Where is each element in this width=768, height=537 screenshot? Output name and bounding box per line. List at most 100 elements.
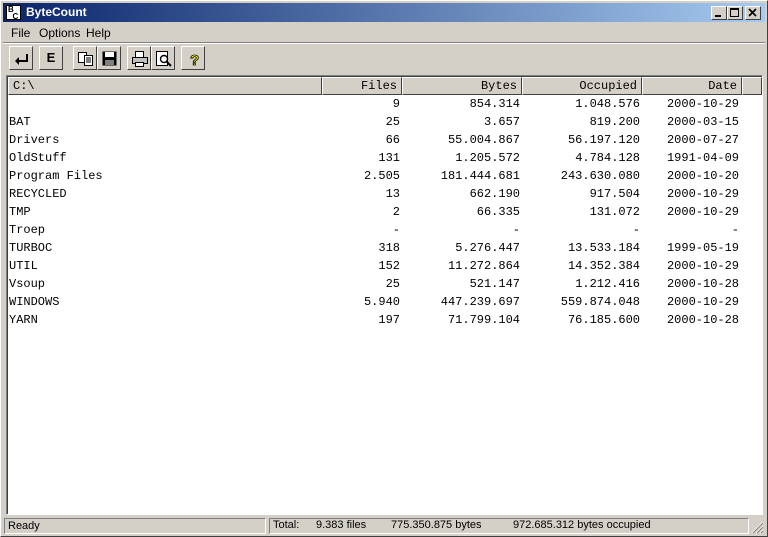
copy-button[interactable] [73,46,97,70]
row-bytes: 55.004.867 [447,133,520,147]
column-header-occupied[interactable]: Occupied [522,77,642,95]
table-row[interactable]: TURBOC 318 5.276.447 13.533.184 1999-05-19 [8,239,761,257]
app-window: B C ByteCount File Options Help E ? C:\ … [0,0,768,537]
row-files: - [392,223,400,237]
row-name: YARN [9,313,38,327]
row-date: 2000-10-29 [666,205,739,219]
row-bytes: 1.205.572 [455,151,520,165]
row-date: 2000-03-15 [666,115,739,129]
row-occupied: - [632,223,640,237]
row-occupied: 917.504 [589,187,640,201]
row-files: 131 [378,151,400,165]
close-icon [748,8,757,17]
status-total-occupied: 972.685.312 bytes occupied [513,519,651,531]
table-row[interactable]: YARN 197 71.799.104 76.185.600 2000-10-28 [8,311,761,329]
explore-button[interactable]: E [39,46,63,70]
help-icon: ? [190,52,200,68]
row-bytes: 181.444.681 [440,169,520,183]
row-date: - [731,223,739,237]
print-icon [132,51,148,67]
row-occupied: 76.185.600 [567,313,640,327]
row-files: 25 [385,115,400,129]
row-date: 1991-04-09 [666,151,739,165]
table-row[interactable]: Troep - - - - [8,221,761,239]
row-occupied: 559.874.048 [560,295,640,309]
row-bytes: 447.239.697 [440,295,520,309]
print-preview-icon [156,51,172,67]
return-arrow-icon [15,54,28,65]
row-bytes: - [512,223,520,237]
row-date: 2000-07-27 [666,133,739,147]
row-name: Vsoup [9,277,46,291]
app-icon-letter-c: C [12,12,19,21]
row-bytes: 3.657 [483,115,520,129]
row-name: Troep [9,223,46,237]
row-occupied: 819.200 [589,115,640,129]
row-date: 2000-10-28 [666,277,739,291]
menu-bar: File Options Help [3,24,765,42]
status-state: Ready [8,520,40,532]
row-files: 318 [378,241,400,255]
row-bytes: 11.272.864 [447,259,520,273]
row-files: 197 [378,313,400,327]
status-bar: Ready Total: 9.383 files 775.350.875 byt… [3,517,765,535]
save-button[interactable] [97,46,121,70]
table-row[interactable]: RECYCLED 13 662.190 917.504 2000-10-29 [8,185,761,203]
table-row[interactable]: BAT 25 3.657 819.200 2000-03-15 [8,113,761,131]
row-files: 66 [385,133,400,147]
table-row[interactable]: WINDOWS 5.940 447.239.697 559.874.048 2000-1… [8,293,761,311]
row-name: BAT [9,115,31,129]
table-row[interactable]: TMP 2 66.335 131.072 2000-10-29 [8,203,761,221]
copy-icon [78,52,93,66]
row-files: 2 [392,205,400,219]
table-row[interactable]: Program Files 2.505 181.444.681 243.630.080… [8,167,761,185]
row-date: 2000-10-28 [666,313,739,327]
row-name: Program Files [9,169,103,183]
row-occupied: 4.784.128 [575,151,640,165]
print-button[interactable] [127,46,151,70]
column-header-date[interactable]: Date [642,77,742,95]
menu-options[interactable]: Options [39,26,80,40]
toolbar: E ? [3,45,765,73]
print-preview-button[interactable] [151,46,175,70]
column-header-bytes[interactable]: Bytes [402,77,522,95]
row-occupied: 1.048.576 [575,97,640,111]
row-bytes: 854.314 [469,97,520,111]
svg-text:?: ? [190,52,199,68]
app-icon[interactable]: B C [6,5,21,21]
maximize-icon [730,8,739,17]
row-occupied: 56.197.120 [567,133,640,147]
table-row[interactable]: 9 854.314 1.048.576 2000-10-29 [8,95,761,113]
back-button[interactable] [9,46,33,70]
row-date: 2000-10-29 [666,187,739,201]
minimize-button[interactable] [711,6,727,20]
close-button[interactable] [745,6,761,20]
menu-help[interactable]: Help [86,26,111,40]
help-button[interactable]: ? [181,46,205,70]
minimize-icon [715,15,721,17]
table-row[interactable]: Drivers 66 55.004.867 56.197.120 2000-07-27 [8,131,761,149]
menu-file[interactable]: File [11,26,30,40]
row-date: 2000-10-29 [666,295,739,309]
status-total-bytes: 775.350.875 bytes [391,519,482,531]
row-name: RECYCLED [9,187,67,201]
row-occupied: 131.072 [589,205,640,219]
row-name: OldStuff [9,151,67,165]
column-header-filler [742,77,762,95]
maximize-button[interactable] [727,6,743,20]
save-icon [102,51,117,66]
row-files: 2.505 [363,169,400,183]
row-files: 13 [385,187,400,201]
row-date: 2000-10-29 [666,259,739,273]
table-row[interactable]: UTIL 152 11.272.864 14.352.384 2000-10-29 [8,257,761,275]
directory-list[interactable]: C:\ Files Bytes Occupied Date 9 854.314 1.… [6,75,763,515]
row-files: 5.940 [363,295,400,309]
table-row[interactable]: OldStuff 131 1.205.572 4.784.128 1991-04-09 [8,149,761,167]
resize-grip-icon[interactable] [751,521,764,534]
row-name: TMP [9,205,31,219]
title-bar[interactable]: B C ByteCount [3,3,765,22]
column-header-files[interactable]: Files [322,77,402,95]
table-row[interactable]: Vsoup 25 521.147 1.212.416 2000-10-28 [8,275,761,293]
row-name: WINDOWS [9,295,60,309]
column-header-path[interactable]: C:\ [8,77,322,95]
